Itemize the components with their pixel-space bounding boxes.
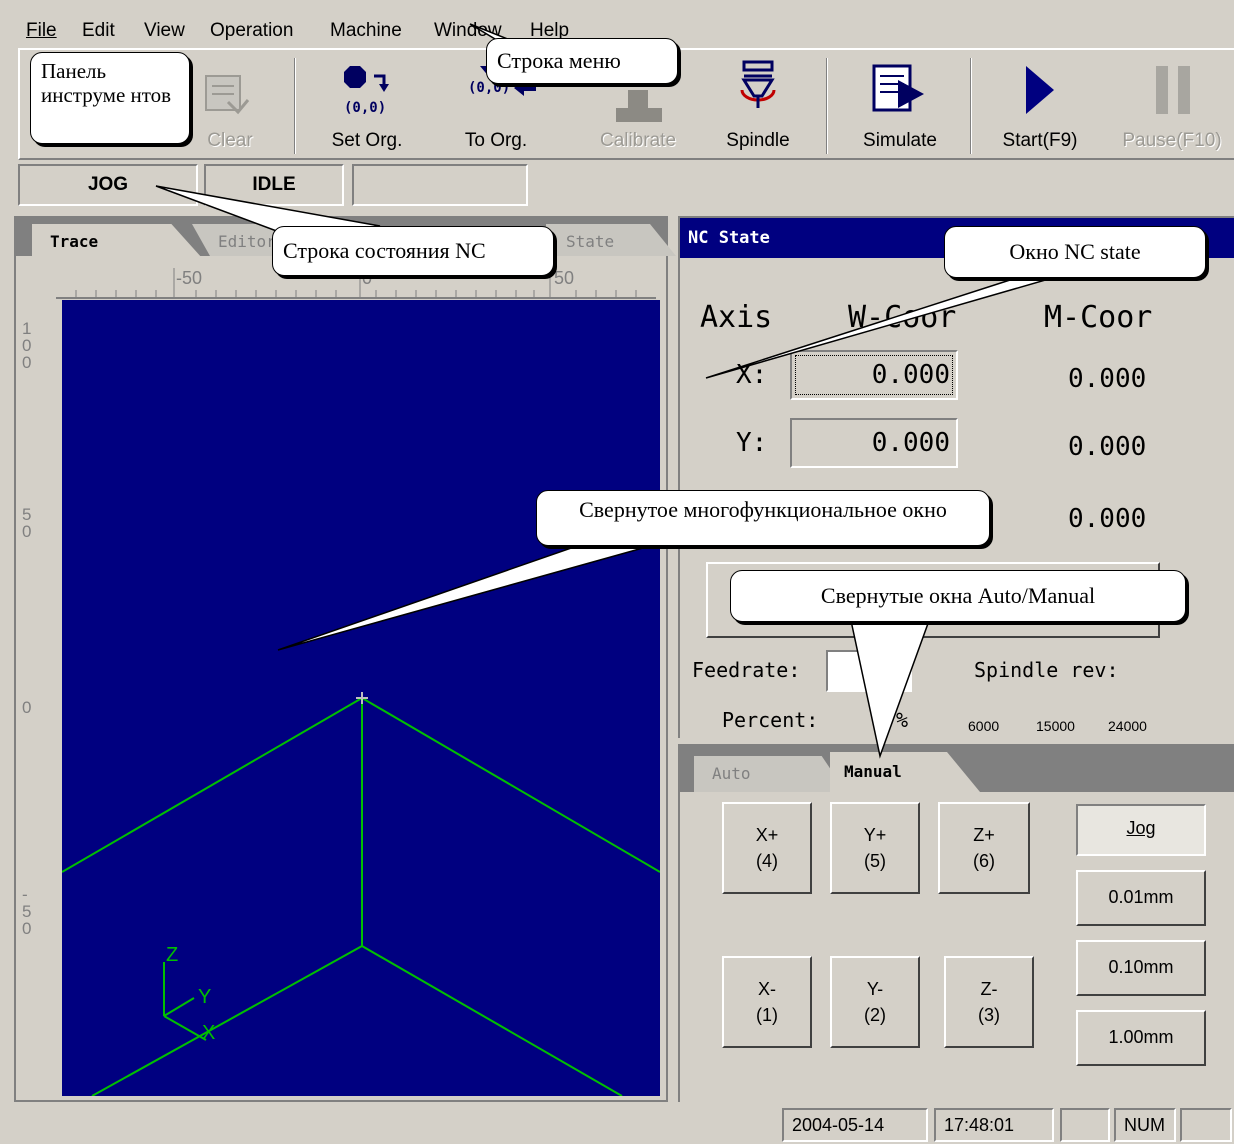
ncstate-callout-pointer xyxy=(705,269,1081,379)
multi-callout: Свернутое многофункциональное окно xyxy=(536,490,990,546)
status-callout: Строка состояния NC xyxy=(272,226,554,276)
toolbar-callout: Панель инструме нтов xyxy=(30,52,190,144)
multi-callout-pointer xyxy=(277,537,651,651)
auto-manual-callout-pointer xyxy=(849,615,932,759)
menu-callout: Строка меню xyxy=(486,38,678,84)
ncstate-callout: Окно NC state xyxy=(944,226,1206,278)
auto-manual-callout: Свернутые окна Auto/Manual xyxy=(730,570,1186,622)
